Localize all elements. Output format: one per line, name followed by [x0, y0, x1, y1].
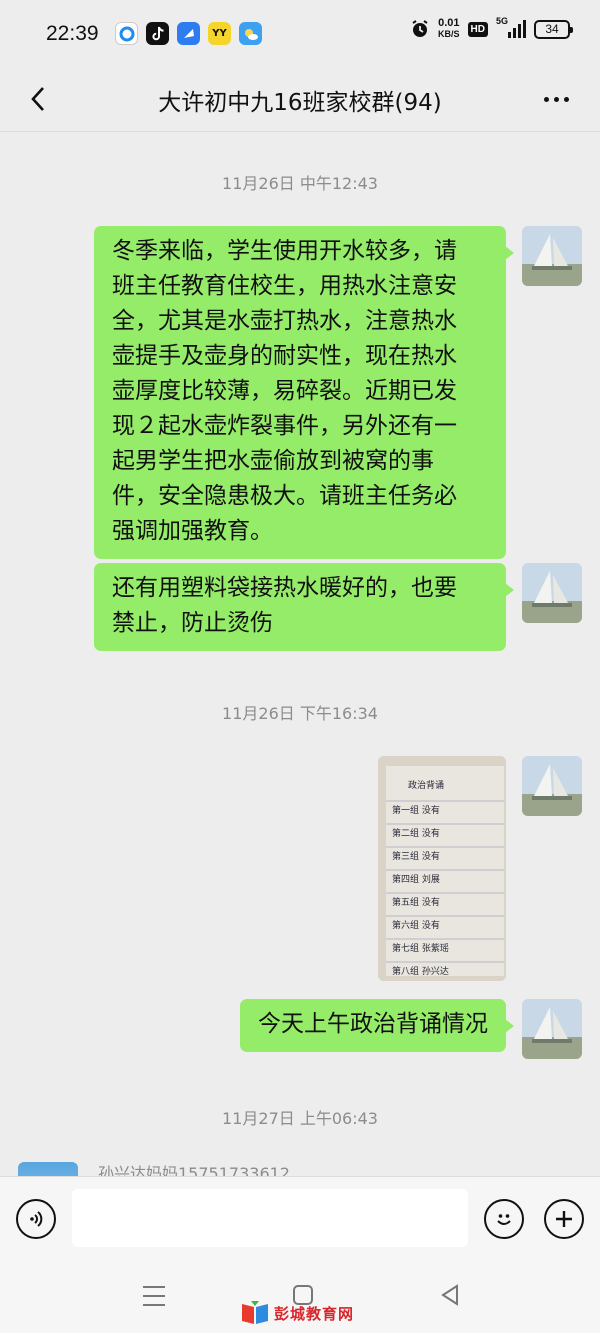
message-line: 现２起水壶炸裂事件，另外还有一 — [112, 413, 457, 439]
sailboat-avatar-icon — [522, 563, 582, 623]
alarm-icon — [412, 20, 428, 37]
message-line: 全，尤其是水壶打热水，注意热水 — [112, 308, 457, 334]
yy-icon: YY — [208, 22, 231, 45]
weather-icon — [239, 22, 262, 45]
more-options-button[interactable] — [534, 79, 578, 119]
menu-line — [143, 1295, 165, 1297]
dot-icon — [543, 96, 549, 102]
message-line: 壶厚度比较薄，易碎裂。近期已发 — [112, 378, 457, 404]
net-speed-unit: KB/S — [438, 29, 460, 39]
net-speed-value: 0.01 — [438, 17, 460, 29]
photo-row: 第五组 没有 — [392, 896, 440, 908]
message-bubble[interactable]: 今天上午政治背诵情况 — [240, 999, 514, 1052]
battery-indicator: 34 — [534, 19, 573, 39]
recents-button[interactable] — [143, 1286, 165, 1306]
input-bar — [0, 1176, 600, 1260]
message-line: 件，安全隐患极大。请班主任务必 — [112, 483, 457, 509]
message-line: 班主任教育住校生，用热水注意安 — [112, 273, 457, 299]
sailboat-avatar-icon — [522, 756, 582, 816]
page-title: 大许初中九16班家校群(94) — [158, 90, 442, 116]
photo-message[interactable]: 政治背诵 第一组 没有 第二组 没有 第三组 没有 第四组 刘展 第五组 没有 … — [378, 756, 506, 981]
dot-icon — [563, 96, 569, 102]
system-back-button[interactable] — [440, 1284, 460, 1310]
message-input[interactable] — [72, 1189, 468, 1247]
qq-browser-icon — [115, 22, 138, 45]
chat-header: 大许初中九16班家校群(94) — [0, 66, 600, 132]
message-line: 强调加强教育。 — [112, 518, 273, 544]
status-bar: 22:39 YY 0.01 KB/S HD 5G 34 — [0, 0, 600, 66]
photo-row: 第四组 刘展 — [392, 873, 440, 885]
hd-badge: HD — [467, 21, 488, 37]
photo-row: 第八组 孙兴达 — [392, 965, 449, 977]
dot-icon — [553, 96, 559, 102]
net-speed: 0.01 KB/S — [438, 18, 460, 40]
feishu-icon — [177, 22, 200, 45]
incoming-sender-name: 孙兴达妈妈15751733612 — [98, 1164, 290, 1176]
plus-icon — [556, 1211, 572, 1227]
message-line: 今天上午政治背诵情况 — [258, 1011, 488, 1037]
watermark-text: 彭城教育网 — [274, 1304, 355, 1323]
voice-button[interactable] — [16, 1199, 56, 1239]
notification-icons: YY — [115, 22, 262, 45]
message-line: 冬季来临，学生使用开水较多，请 — [112, 238, 457, 264]
photo-row: 第七组 张紫瑶 — [392, 942, 449, 954]
book-logo-icon — [242, 1301, 268, 1324]
photo-row: 第六组 没有 — [392, 919, 440, 931]
avatar[interactable] — [522, 756, 582, 816]
photo-row: 第三组 没有 — [392, 850, 440, 862]
menu-line — [143, 1286, 165, 1288]
photo-row: 第一组 没有 — [392, 804, 440, 816]
menu-line — [143, 1304, 165, 1306]
status-time: 22:39 — [46, 22, 99, 45]
sailboat-avatar-icon — [522, 226, 582, 286]
timestamp: 11月27日 上午06:43 — [222, 1109, 378, 1128]
message-line: 禁止，防止烫伤 — [112, 610, 273, 636]
plus-button[interactable] — [544, 1199, 584, 1239]
tiktok-icon — [146, 22, 169, 45]
message-line: 还有用塑料袋接热水暖好的，也要 — [112, 575, 457, 601]
status-right: 0.01 KB/S HD 5G 34 — [410, 16, 573, 40]
avatar[interactable] — [522, 226, 582, 286]
avatar[interactable] — [522, 999, 582, 1059]
emoji-button[interactable] — [484, 1199, 524, 1239]
signal-indicator: 5G — [496, 16, 526, 38]
photo-heading: 政治背诵 — [408, 779, 444, 791]
message-line: 壶提手及壶身的耐实性，现在热水 — [112, 343, 457, 369]
photo-row: 第二组 没有 — [392, 827, 440, 839]
notebook-photo: 政治背诵 第一组 没有 第二组 没有 第三组 没有 第四组 刘展 第五组 没有 … — [378, 756, 506, 981]
network-type: 5G — [496, 16, 509, 26]
timestamp: 11月26日 中午12:43 — [222, 174, 378, 193]
avatar[interactable] — [522, 563, 582, 623]
timestamp: 11月26日 下午16:34 — [222, 704, 378, 723]
sailboat-avatar-icon — [522, 999, 582, 1059]
smiley-icon — [497, 1214, 511, 1225]
triangle-back-icon — [441, 1284, 458, 1306]
watermark: 彭城教育网 — [240, 1300, 354, 1326]
message-bubble[interactable]: 冬季来临，学生使用开水较多，请 班主任教育住校生，用热水注意安 全，尤其是水壶打… — [94, 226, 514, 559]
voice-icon — [30, 1211, 43, 1227]
message-line: 起男学生把水壶偷放到被窝的事 — [112, 448, 434, 474]
battery-level: 34 — [545, 22, 559, 36]
message-bubble[interactable]: 还有用塑料袋接热水暖好的，也要 禁止，防止烫伤 — [94, 563, 514, 651]
